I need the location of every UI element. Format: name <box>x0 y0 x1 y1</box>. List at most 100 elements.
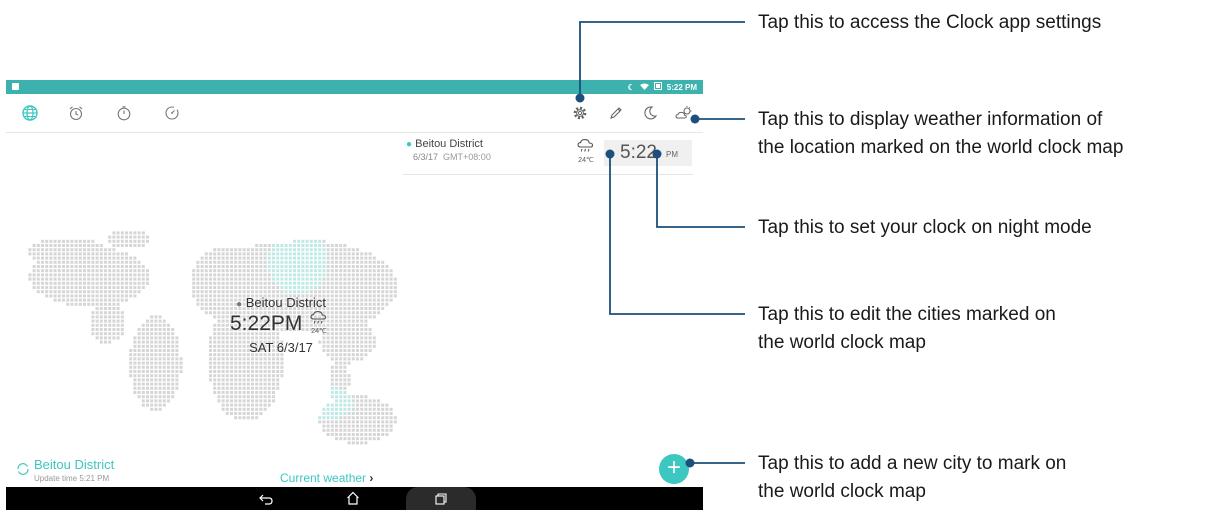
back-icon[interactable] <box>259 493 273 505</box>
map-dot <box>120 269 124 273</box>
map-dot <box>234 273 238 277</box>
map-dot <box>57 252 61 256</box>
map-dot <box>41 248 44 252</box>
city-list-item[interactable]: ● Beitou District 6/3/17 GMT+08:00 24℃ 5… <box>403 138 693 175</box>
map-dot <box>78 248 82 252</box>
map-dot <box>330 428 334 432</box>
map-dot <box>45 273 49 277</box>
map-dot <box>74 302 78 306</box>
map-dot <box>347 349 351 352</box>
map-dot <box>368 307 372 310</box>
map-dot <box>129 256 133 260</box>
map-dot <box>91 269 95 273</box>
map-dot <box>343 428 347 432</box>
map-dot <box>150 378 154 382</box>
map-dot <box>263 407 267 411</box>
map-dot <box>322 256 326 260</box>
map-dot <box>322 424 326 428</box>
map-dot <box>196 294 200 298</box>
map-dot <box>293 239 296 243</box>
map-dot <box>167 386 170 390</box>
map-dot <box>167 395 170 399</box>
map-dot <box>305 244 309 247</box>
map-dot <box>36 273 40 277</box>
map-dot <box>343 277 347 281</box>
map-dot <box>314 239 317 243</box>
map-dot <box>133 349 137 352</box>
tab-alarm[interactable] <box>66 103 86 123</box>
current-weather-link[interactable]: Current weather › <box>280 471 373 485</box>
map-dot <box>213 290 217 294</box>
map-dot <box>263 365 267 369</box>
map-dot <box>112 269 116 273</box>
map-dot <box>297 248 301 252</box>
edit-cities-button[interactable] <box>606 103 626 123</box>
weather-display-button[interactable] <box>674 103 694 123</box>
tab-world-clock[interactable] <box>20 103 40 123</box>
map-dot <box>62 244 65 247</box>
map-dot <box>251 248 254 252</box>
add-city-button[interactable]: + <box>659 454 689 484</box>
map-dot <box>57 269 61 273</box>
map-dot <box>83 256 86 260</box>
map-dot <box>246 248 250 252</box>
map-dot <box>41 265 44 268</box>
map-dot <box>83 277 86 281</box>
map-dot <box>154 386 158 390</box>
home-icon[interactable] <box>346 491 360 505</box>
map-dot <box>318 256 322 260</box>
map-dot <box>221 256 225 260</box>
map-dot <box>246 252 250 256</box>
footer-location[interactable]: Beitou District Update time 5:21 PM <box>16 457 196 485</box>
map-dot <box>309 290 313 294</box>
map-dot <box>129 370 133 373</box>
map-dot <box>343 256 347 260</box>
map-dot <box>78 269 82 273</box>
map-dot <box>120 244 124 247</box>
map-dot <box>133 386 137 390</box>
map-dot <box>242 361 246 365</box>
settings-button[interactable] <box>570 103 590 123</box>
map-dot <box>246 378 250 382</box>
map-dot <box>255 403 259 407</box>
map-dot <box>343 386 347 390</box>
city-time-box: 5:22 PM <box>604 140 692 166</box>
map-dot <box>221 290 225 294</box>
map-dot <box>267 370 271 373</box>
map-dot <box>230 252 233 256</box>
map-dot <box>171 370 175 373</box>
map-dot <box>104 273 107 277</box>
map-dot <box>154 336 158 340</box>
map-dot <box>330 403 334 407</box>
tab-timer[interactable] <box>162 103 182 123</box>
map-dot <box>112 323 116 327</box>
map-dot <box>108 281 112 285</box>
map-dot <box>83 302 86 306</box>
night-mode-button[interactable] <box>640 103 660 123</box>
map-dot <box>259 391 263 394</box>
map-dot <box>356 286 359 289</box>
map-dot <box>259 399 263 403</box>
map-dot <box>154 315 158 319</box>
map-dot <box>209 340 212 344</box>
map-dot <box>129 290 133 294</box>
map-dot <box>217 391 221 394</box>
map-dot <box>347 403 351 407</box>
map-dot <box>108 256 112 260</box>
map-dot <box>57 294 61 298</box>
map-dot <box>330 382 334 386</box>
tab-stopwatch[interactable] <box>114 103 134 123</box>
map-dot <box>272 252 275 256</box>
map-dot <box>339 277 343 281</box>
map-dot <box>175 386 179 390</box>
map-dot <box>154 403 158 407</box>
map-dot <box>154 344 158 348</box>
map-dot <box>120 277 124 281</box>
map-dot <box>49 269 53 273</box>
map-dot <box>356 357 359 361</box>
recent-apps-button[interactable] <box>406 487 476 510</box>
map-dot <box>99 340 103 344</box>
map-dot <box>83 260 86 264</box>
map-dot <box>221 260 225 264</box>
map-dot <box>263 391 267 394</box>
